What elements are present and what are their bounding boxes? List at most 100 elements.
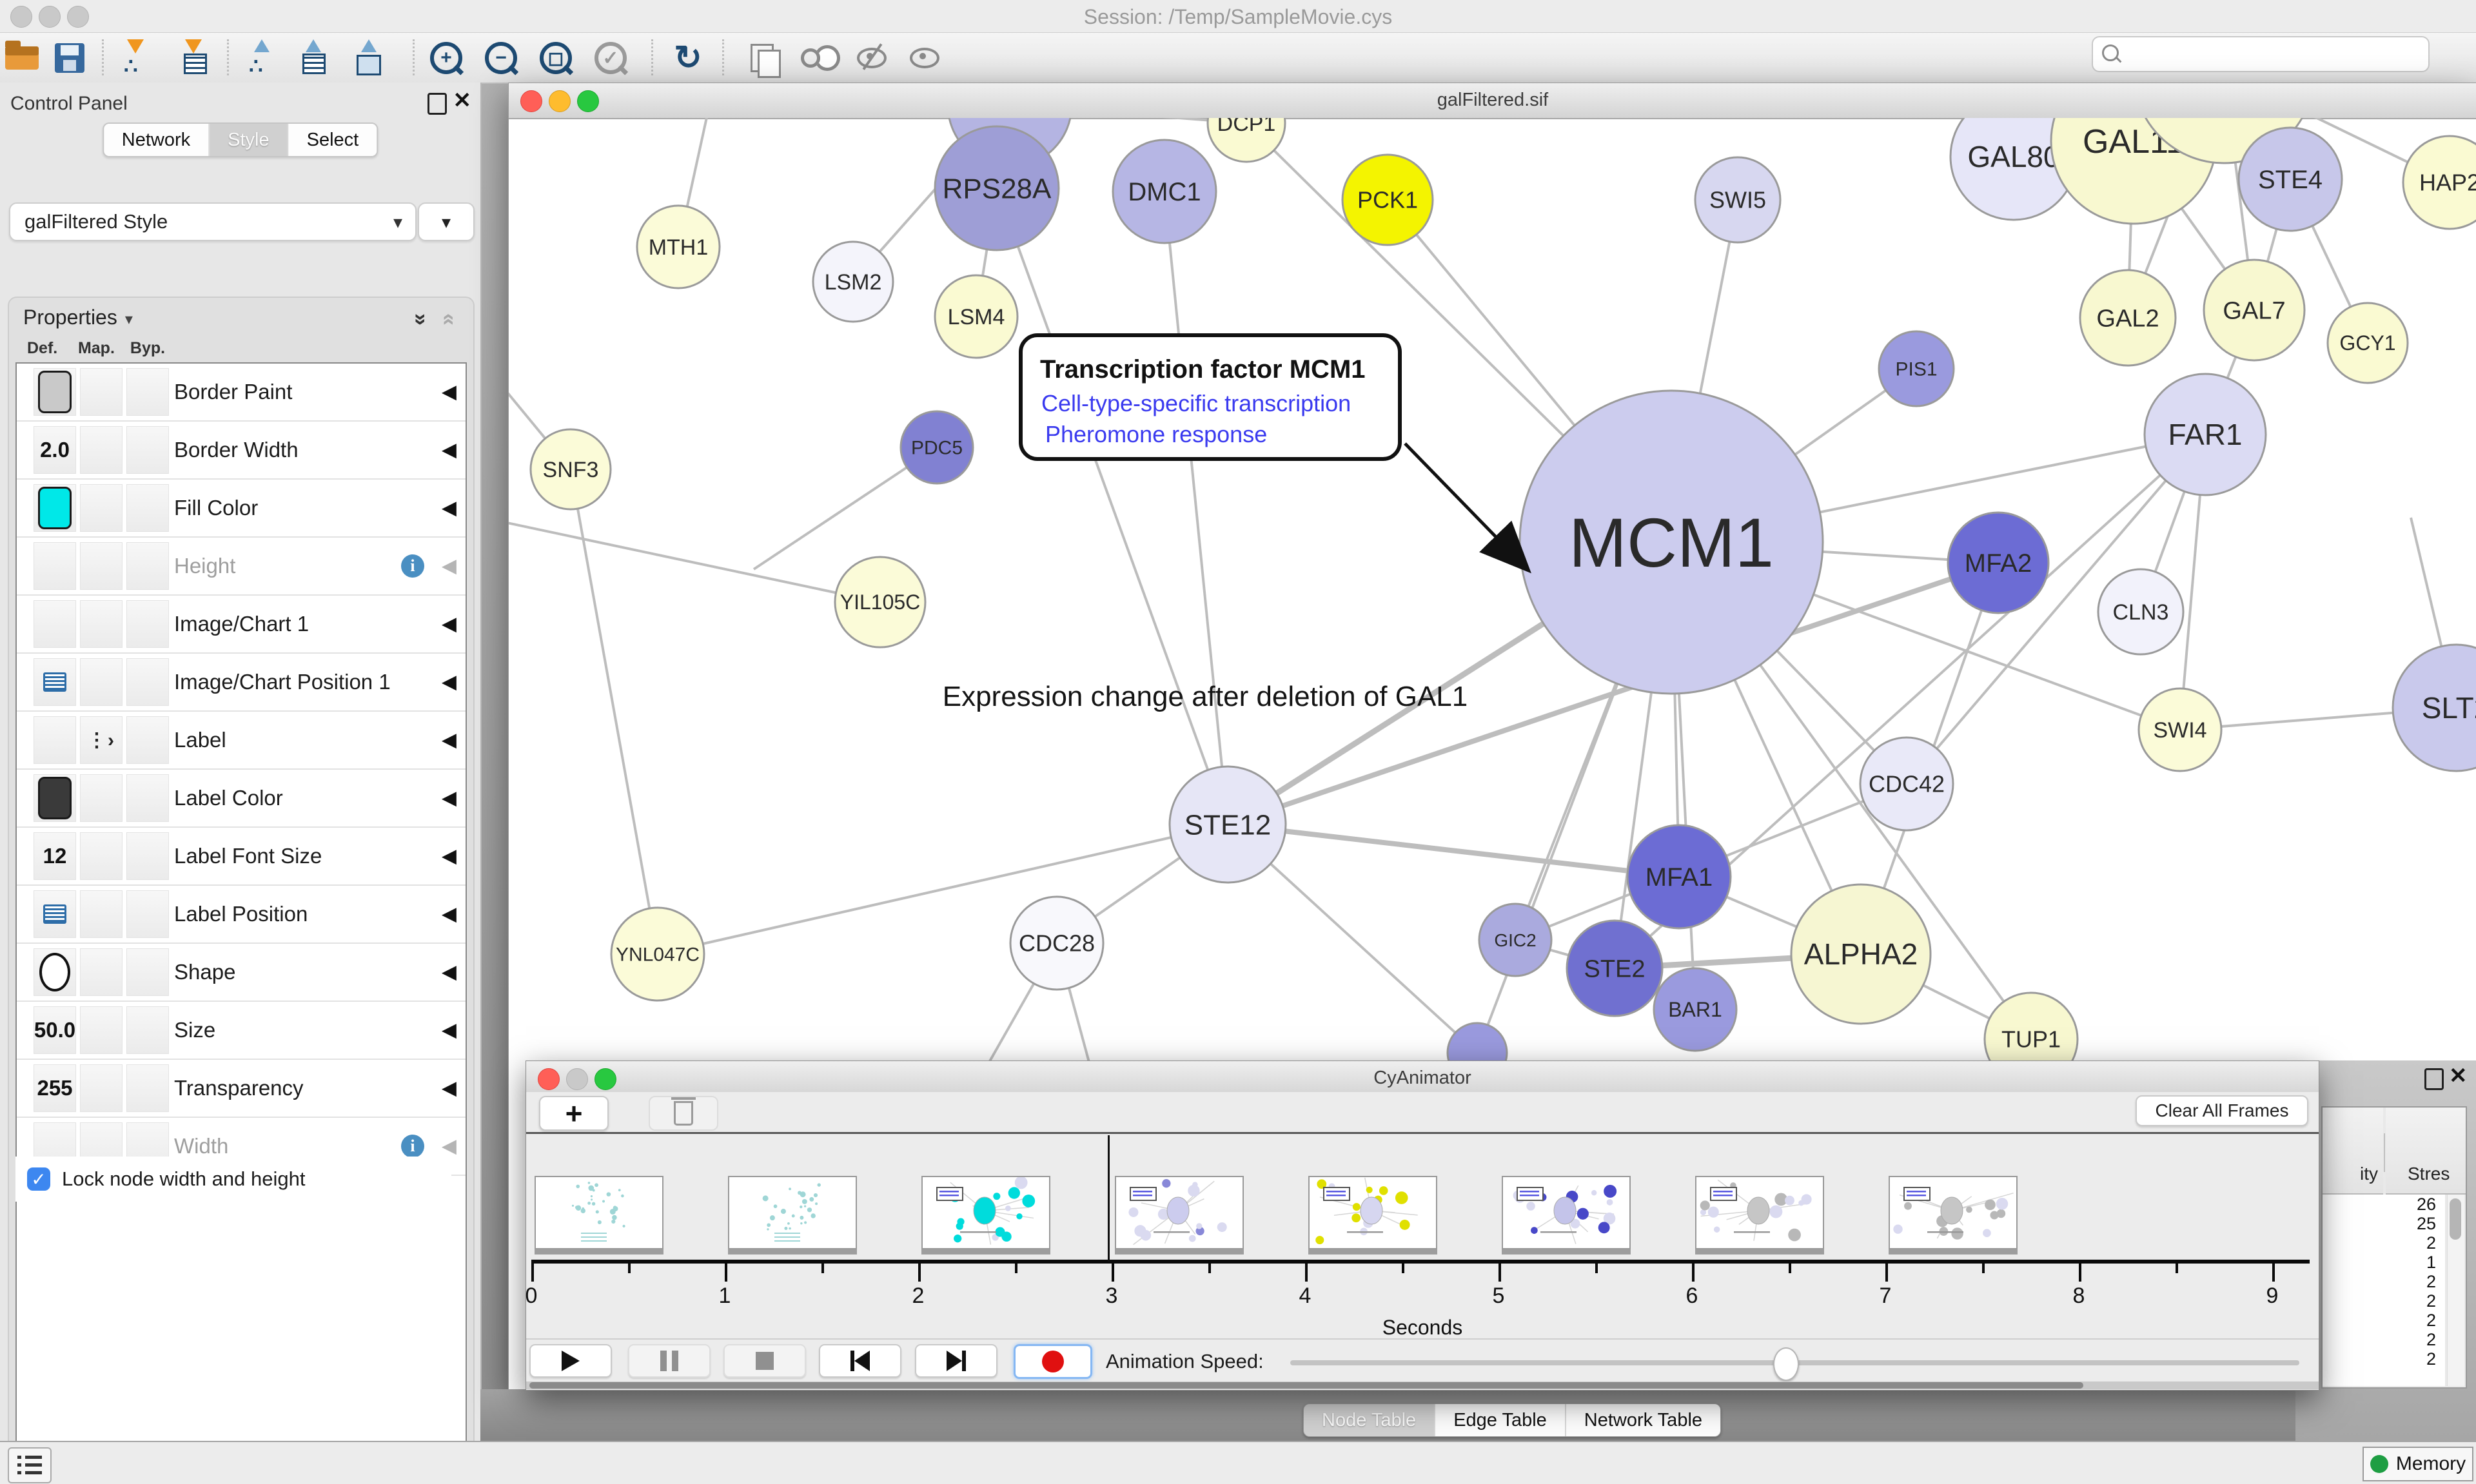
property-row-image-chart-position-1[interactable]: Image/Chart Position 1◀ xyxy=(17,654,466,712)
property-row-label[interactable]: ⋮›Label◀ xyxy=(17,712,466,770)
mapping-cell[interactable] xyxy=(80,658,123,706)
bypass-cell[interactable] xyxy=(126,832,169,880)
property-row-fill-color[interactable]: Fill Color◀ xyxy=(17,480,466,538)
expand-property-icon[interactable]: ◀ xyxy=(442,961,457,984)
expand-property-icon[interactable]: ◀ xyxy=(442,845,457,868)
apply-layout-icon[interactable] xyxy=(667,38,709,78)
expand-property-icon[interactable]: ◀ xyxy=(442,613,457,636)
property-row-height[interactable]: Heighti◀ xyxy=(17,538,466,596)
default-value-cell[interactable]: 12 xyxy=(34,832,76,880)
properties-header[interactable]: Properties xyxy=(23,306,133,329)
default-value-cell[interactable] xyxy=(34,542,76,590)
tab-style[interactable]: Style xyxy=(210,124,288,156)
table-row[interactable]: 26 xyxy=(2323,1195,2445,1214)
zoom-in-icon[interactable]: + xyxy=(426,38,467,78)
slider-thumb[interactable] xyxy=(1773,1347,1799,1381)
export-table-icon[interactable] xyxy=(291,38,333,78)
default-value-cell[interactable] xyxy=(34,484,76,532)
network-edge[interactable] xyxy=(1228,825,1679,877)
table-tab-network-table[interactable]: Network Table xyxy=(1566,1404,1720,1436)
default-value-cell[interactable] xyxy=(34,600,76,648)
export-image-icon[interactable] xyxy=(347,38,388,78)
property-row-border-width[interactable]: 2.0Border Width◀ xyxy=(17,422,466,480)
tab-select[interactable]: Select xyxy=(289,124,377,156)
bypass-cell[interactable] xyxy=(126,658,169,706)
open-session-icon[interactable] xyxy=(1,38,43,78)
caption-annotation[interactable]: Expression change after deletion of GAL1 xyxy=(943,681,1468,712)
property-row-transparency[interactable]: 255Transparency◀ xyxy=(17,1060,466,1118)
table-row[interactable]: 2 xyxy=(2323,1349,2445,1369)
table-scrollbar[interactable] xyxy=(2447,1195,2464,1386)
expand-property-icon[interactable]: ◀ xyxy=(442,381,457,404)
table-row[interactable]: 2 xyxy=(2323,1233,2445,1253)
default-value-cell[interactable]: 255 xyxy=(34,1064,76,1112)
bypass-cell[interactable] xyxy=(126,600,169,648)
mapping-cell[interactable] xyxy=(80,1064,123,1112)
property-row-border-paint[interactable]: Border Paint◀ xyxy=(17,364,466,422)
import-network-icon[interactable] xyxy=(115,38,156,78)
default-value-cell[interactable] xyxy=(34,658,76,706)
panel-list-button[interactable] xyxy=(8,1447,52,1483)
column-header-ity[interactable]: ity xyxy=(2360,1164,2378,1184)
clear-all-frames-button[interactable]: Clear All Frames xyxy=(2136,1095,2308,1126)
bypass-cell[interactable] xyxy=(126,948,169,996)
table-row[interactable]: 1 xyxy=(2323,1253,2445,1272)
zoom-out-icon[interactable]: − xyxy=(480,38,522,78)
mapping-cell[interactable]: ⋮› xyxy=(80,716,123,764)
close-results-icon[interactable]: ✕ xyxy=(2449,1063,2468,1089)
property-row-label-position[interactable]: Label Position◀ xyxy=(17,886,466,944)
float-panel-icon[interactable] xyxy=(427,93,447,115)
float-results-icon[interactable] xyxy=(2424,1068,2444,1090)
expand-property-icon[interactable]: ◀ xyxy=(442,497,457,520)
search-input[interactable] xyxy=(2092,36,2430,72)
expand-property-icon[interactable]: ◀ xyxy=(442,787,457,810)
default-value-cell[interactable] xyxy=(34,716,76,764)
add-frame-button[interactable]: + xyxy=(539,1096,609,1131)
expand-property-icon[interactable]: ◀ xyxy=(442,439,457,462)
tab-network[interactable]: Network xyxy=(104,124,210,156)
expand-property-icon[interactable]: ◀ xyxy=(442,671,457,694)
expand-property-icon[interactable]: ◀ xyxy=(442,555,457,578)
mapping-cell[interactable] xyxy=(80,890,123,938)
mapping-cell[interactable] xyxy=(80,948,123,996)
animation-speed-slider[interactable] xyxy=(1290,1360,2299,1365)
table-row[interactable]: 25 xyxy=(2323,1214,2445,1233)
property-row-size[interactable]: 50.0Size◀ xyxy=(17,1002,466,1060)
bypass-cell[interactable] xyxy=(126,542,169,590)
column-header-stress[interactable]: Stres xyxy=(2408,1164,2450,1184)
expand-property-icon[interactable]: ◀ xyxy=(442,729,457,752)
lock-size-checkbox[interactable] xyxy=(27,1167,50,1191)
skip-to-end-button[interactable] xyxy=(915,1344,997,1378)
frame-thumbnail-1[interactable] xyxy=(728,1176,857,1249)
bypass-cell[interactable] xyxy=(126,1064,169,1112)
table-row[interactable]: 2 xyxy=(2323,1311,2445,1330)
bypass-cell[interactable] xyxy=(126,774,169,822)
network-edge[interactable] xyxy=(658,825,1228,954)
collapse-all-icon[interactable]: » xyxy=(408,313,433,326)
property-row-shape[interactable]: Shape◀ xyxy=(17,944,466,1002)
zoom-fit-icon[interactable]: ◻ xyxy=(535,38,576,78)
bypass-cell[interactable] xyxy=(126,1006,169,1054)
mapping-cell[interactable] xyxy=(80,600,123,648)
network-edge[interactable] xyxy=(997,188,1228,825)
memory-button[interactable]: Memory xyxy=(2363,1447,2473,1481)
default-value-cell[interactable]: 50.0 xyxy=(34,1006,76,1054)
frame-thumbnail-6[interactable] xyxy=(1695,1176,1824,1249)
network-edge[interactable] xyxy=(1164,191,1228,825)
property-row-label-font-size[interactable]: 12Label Font Size◀ xyxy=(17,828,466,886)
frame-thumbnail-0[interactable] xyxy=(535,1176,663,1249)
expand-property-icon[interactable]: ◀ xyxy=(442,1019,457,1042)
cyanimator-timeline[interactable]: Seconds 0123456789 xyxy=(526,1134,2319,1336)
table-tab-edge-table[interactable]: Edge Table xyxy=(1435,1404,1566,1436)
expand-all-icon[interactable]: « xyxy=(437,313,462,326)
property-row-label-color[interactable]: Label Color◀ xyxy=(17,770,466,828)
expand-property-icon[interactable]: ◀ xyxy=(442,903,457,926)
table-tab-node-table[interactable]: Node Table xyxy=(1304,1404,1435,1436)
mapping-cell[interactable] xyxy=(80,484,123,532)
cyanimator-scrollbar[interactable] xyxy=(526,1381,2319,1389)
network-window-titlebar[interactable]: galFiltered.sif xyxy=(509,83,2476,119)
mapping-cell[interactable] xyxy=(80,832,123,880)
play-button[interactable] xyxy=(529,1344,612,1378)
stop-button[interactable] xyxy=(723,1344,806,1378)
style-selector[interactable]: galFiltered Style xyxy=(9,202,417,241)
